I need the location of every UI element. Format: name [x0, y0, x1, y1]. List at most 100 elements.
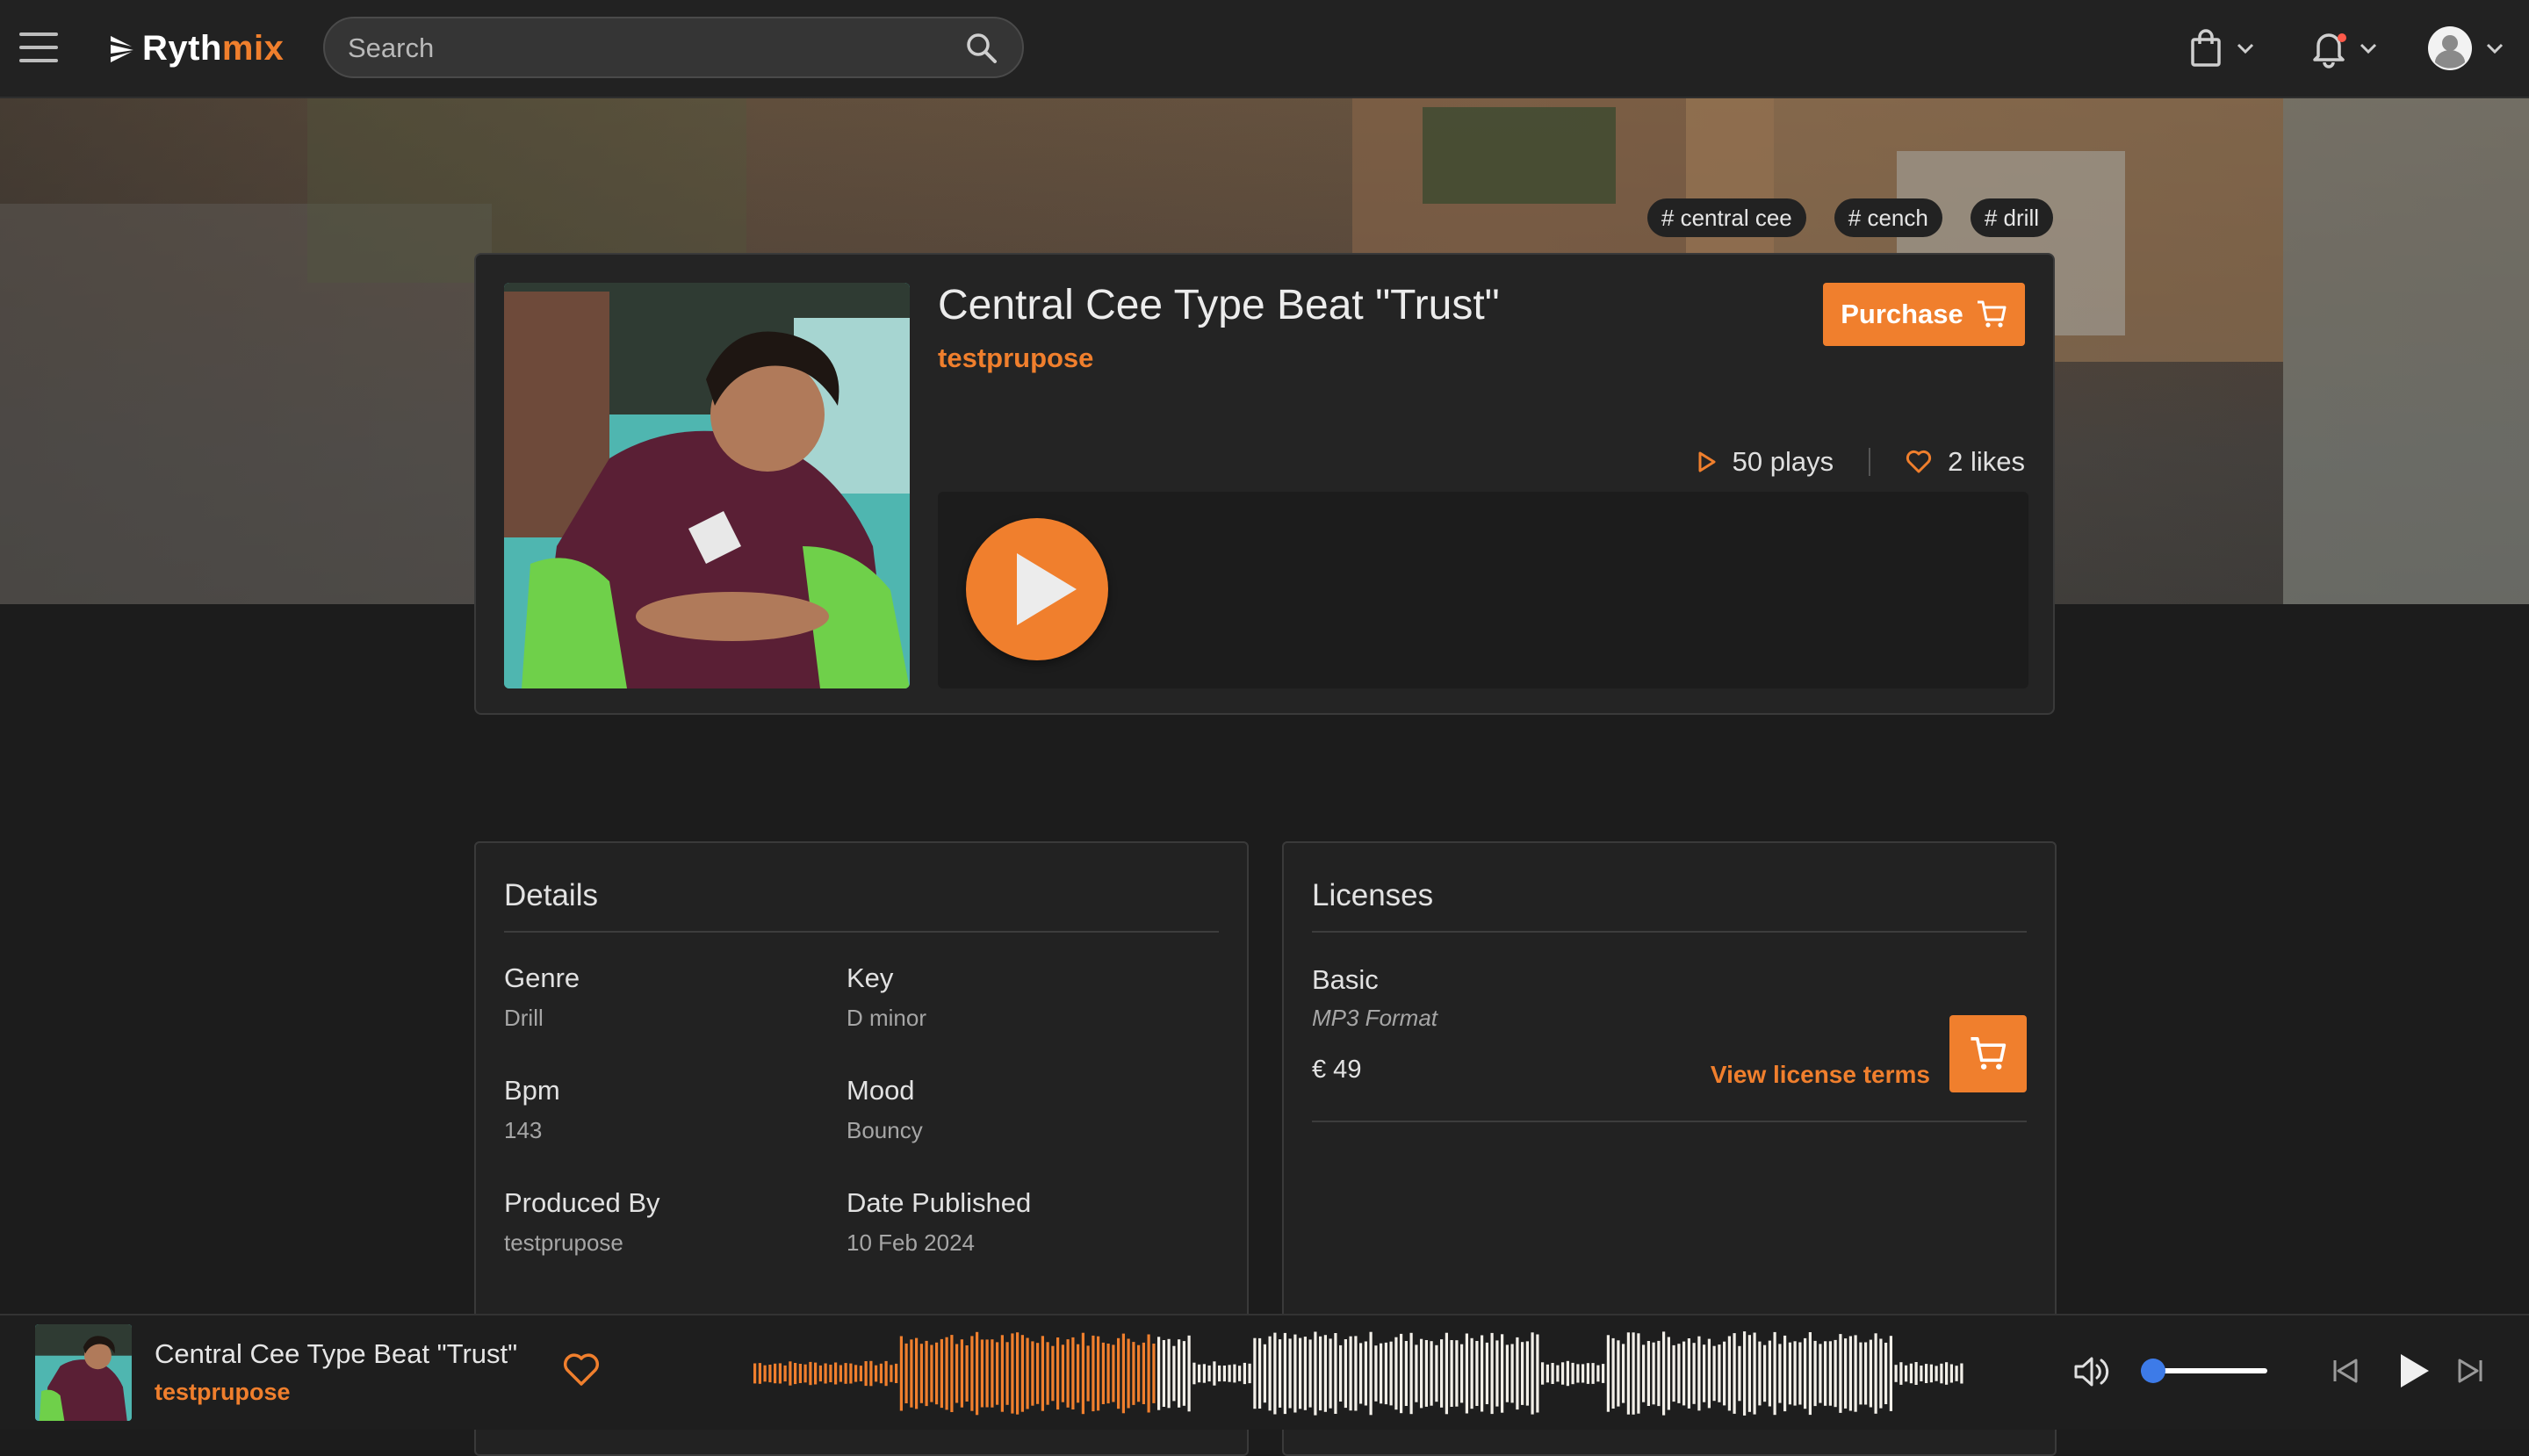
purchase-button[interactable]: Purchase [1823, 283, 2025, 346]
waveform-bar [1909, 1363, 1913, 1384]
waveform-bar [1859, 1342, 1863, 1405]
tag-chip[interactable]: # cench [1834, 198, 1942, 237]
play-button[interactable] [966, 518, 1108, 660]
plays-count: 50 plays [1732, 446, 1834, 477]
waveform-bar [1783, 1335, 1787, 1412]
volume-slider-handle[interactable] [2141, 1359, 2166, 1383]
waveform-bar [1329, 1338, 1332, 1409]
waveform-bar [1682, 1341, 1686, 1406]
waveform-bar [1727, 1336, 1731, 1411]
logo[interactable]: Rythmix [107, 26, 284, 70]
waveform-bar [1525, 1341, 1529, 1406]
waveform-bar [1848, 1336, 1852, 1411]
waveform-bar [980, 1339, 984, 1408]
divider [1312, 931, 2027, 933]
waveform-bar [803, 1364, 807, 1383]
skip-previous-icon[interactable] [2331, 1356, 2360, 1386]
waveform-bar [1536, 1334, 1539, 1413]
waveform-bar [1106, 1344, 1110, 1404]
cart-icon [1977, 300, 2007, 328]
waveform-bar [1430, 1341, 1433, 1406]
waveform-bar [976, 1331, 979, 1416]
user-avatar-icon [2428, 26, 2472, 70]
waveform-bar [1743, 1331, 1747, 1416]
waveform-bar [904, 1343, 908, 1403]
divider [504, 931, 1219, 933]
waveform-bar [1364, 1341, 1367, 1406]
detail-value: Bouncy [847, 1117, 923, 1143]
beat-artist-link[interactable]: testprupose [938, 342, 1093, 374]
waveform-bar [1162, 1340, 1165, 1407]
waveform-bar [960, 1339, 963, 1408]
waveform-bar [1813, 1340, 1817, 1407]
tag-chip[interactable]: # drill [1970, 198, 2053, 237]
waveform-bar [1005, 1342, 1009, 1405]
waveform-bar [1839, 1334, 1842, 1413]
waveform-bar [1339, 1344, 1343, 1402]
heart-icon[interactable] [562, 1352, 601, 1388]
waveform-bar [1677, 1344, 1681, 1403]
volume-icon[interactable] [2072, 1352, 2111, 1391]
waveform-bar [1233, 1364, 1236, 1383]
beat-card: Central Cee Type Beat "Trust" testprupos… [474, 253, 2055, 715]
waveform-bar [1662, 1331, 1666, 1416]
waveform-bar [849, 1363, 853, 1384]
waveform-bar [1834, 1339, 1837, 1408]
menu-icon[interactable] [19, 32, 58, 64]
waveform-bar [1899, 1362, 1903, 1385]
tag-chip[interactable]: # central cee [1646, 198, 1806, 237]
waveform-bar [1182, 1341, 1185, 1406]
waveform-bar [1879, 1338, 1883, 1409]
waveform-bar [1475, 1341, 1479, 1406]
search-input[interactable] [346, 18, 947, 78]
cart-menu-button[interactable] [2188, 21, 2255, 76]
waveform-bar [1642, 1344, 1646, 1402]
waveform-bar [879, 1363, 883, 1384]
waveform-bar [844, 1363, 847, 1384]
waveform-bar [1334, 1333, 1337, 1414]
bottom-player-bar: Central Cee Type Beat "Trust" testprupos… [0, 1314, 2529, 1430]
detail-label: Genre [504, 962, 580, 993]
waveform-bar [1925, 1364, 1928, 1383]
waveform-player [938, 492, 2028, 688]
detail-label: Bpm [504, 1075, 560, 1106]
search-icon[interactable] [964, 31, 999, 66]
waveform-bar [1733, 1333, 1736, 1414]
waveform-bar [1303, 1337, 1307, 1410]
waveform-bar [985, 1339, 989, 1408]
waveform-bar [1258, 1337, 1262, 1409]
chevron-down-icon [2237, 43, 2254, 54]
waveform-bar [1293, 1334, 1297, 1413]
detail-value: testprupose [504, 1229, 623, 1256]
detail-label: Mood [847, 1075, 915, 1106]
waveform-bar [1228, 1365, 1231, 1382]
waveform-bar [768, 1365, 772, 1383]
waveform-bar [1056, 1337, 1060, 1410]
likes-stat[interactable]: 2 likes [1906, 446, 2025, 478]
waveform-bar [1192, 1362, 1196, 1385]
waveform-bar [1703, 1344, 1706, 1402]
license-name: Basic [1312, 964, 1379, 995]
now-playing-cover[interactable] [35, 1324, 132, 1421]
play-icon [1017, 553, 1077, 625]
waveform-bar [1920, 1366, 1923, 1381]
notifications-button[interactable] [2311, 21, 2378, 76]
waveform-bar [824, 1363, 827, 1384]
waveform-bar [869, 1360, 873, 1387]
waveform-bar [1798, 1342, 1802, 1405]
waveform-bar [1308, 1339, 1312, 1408]
waveform-progress[interactable] [753, 1330, 1965, 1417]
waveform-bar [1481, 1335, 1484, 1412]
skip-next-icon[interactable] [2455, 1356, 2485, 1386]
waveform-bar [778, 1363, 782, 1384]
play-icon[interactable] [2397, 1351, 2432, 1391]
waveform-bar [1561, 1362, 1565, 1385]
now-playing-artist-link[interactable]: testprupose [155, 1379, 291, 1406]
search-bar [323, 17, 1024, 78]
waveform-bar [1905, 1365, 1908, 1382]
view-license-terms-link[interactable]: View license terms [1711, 1061, 1930, 1089]
profile-menu-button[interactable] [2427, 21, 2504, 76]
add-license-to-cart-button[interactable] [1949, 1015, 2027, 1092]
purchase-label: Purchase [1841, 299, 1963, 329]
licenses-heading: Licenses [1312, 878, 1434, 912]
